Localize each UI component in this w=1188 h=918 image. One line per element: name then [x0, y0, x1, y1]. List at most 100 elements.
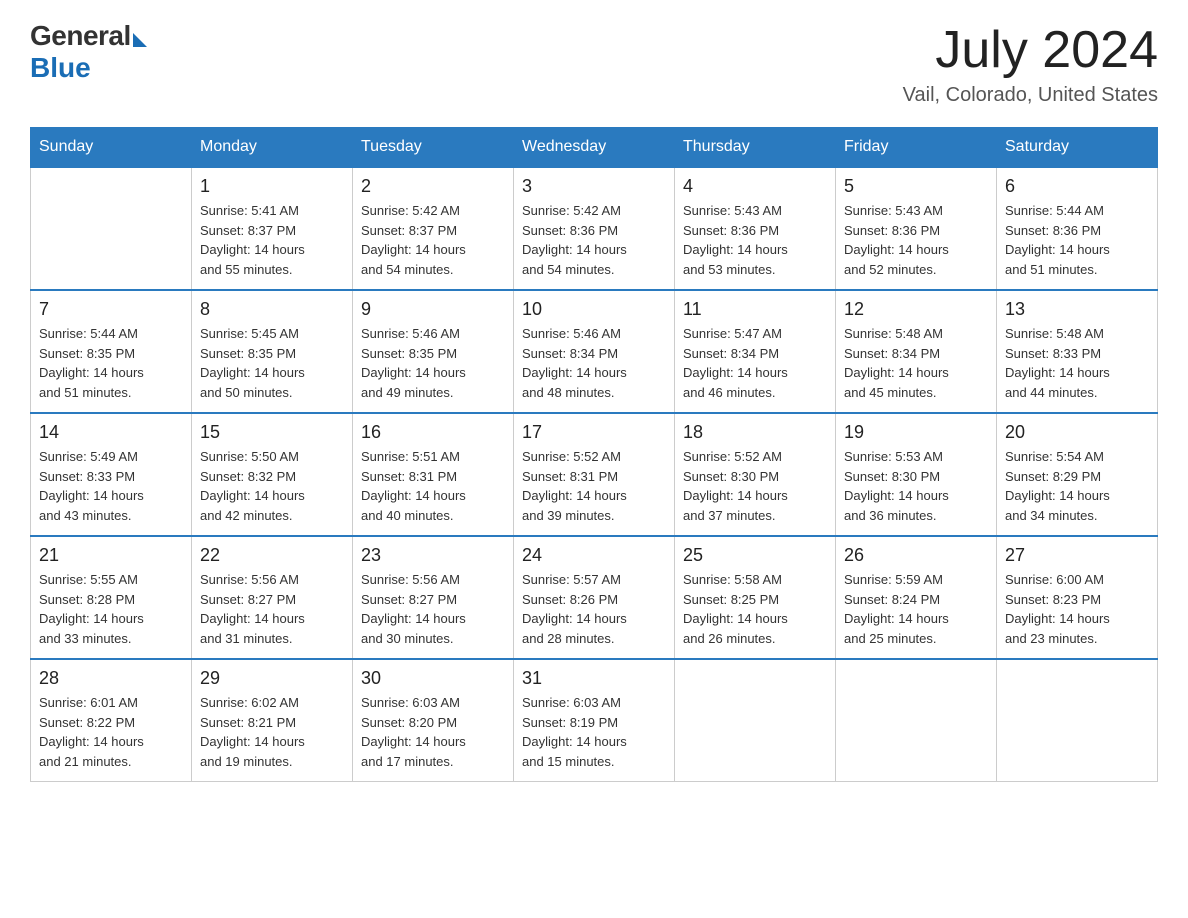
day-info: Sunrise: 5:59 AM Sunset: 8:24 PM Dayligh… [844, 570, 988, 648]
calendar-cell: 14Sunrise: 5:49 AM Sunset: 8:33 PM Dayli… [31, 413, 192, 536]
day-number: 27 [1005, 545, 1149, 566]
calendar-body: 1Sunrise: 5:41 AM Sunset: 8:37 PM Daylig… [31, 167, 1158, 782]
day-number: 29 [200, 668, 344, 689]
calendar-cell: 20 Sunrise: 5:54 AM Sunset: 8:29 PM Dayli… [997, 413, 1158, 536]
calendar-cell: 28 Sunrise: 6:01 AM Sunset: 8:22 PM Dayli… [31, 659, 192, 782]
day-number: 2 [361, 176, 505, 197]
day-number: 21 [39, 545, 183, 566]
day-number: 11 [683, 299, 827, 320]
day-info: Sunrise: 5:48 AM Sunset: 8:33 PM Dayligh… [1005, 324, 1149, 402]
calendar-cell: 6 Sunrise: 5:44 AM Sunset: 8:36 PM Daylig… [997, 167, 1158, 290]
calendar-table: SundayMondayTuesdayWednesdayThursdayFrid… [30, 127, 1158, 782]
calendar-week-2: 7 Sunrise: 5:44 AM Sunset: 8:35 PM Daylig… [31, 290, 1158, 413]
calendar-cell [31, 167, 192, 290]
day-info: Sunrise: 5:56 AM Sunset: 8:27 PM Dayligh… [361, 570, 505, 648]
day-number: 1 [200, 176, 344, 197]
day-info: Sunrise: 6:02 AM Sunset: 8:21 PM Dayligh… [200, 693, 344, 771]
calendar-cell: 12 Sunrise: 5:48 AM Sunset: 8:34 PM Dayli… [836, 290, 997, 413]
header-day-saturday: Saturday [997, 128, 1158, 168]
calendar-cell: 7 Sunrise: 5:44 AM Sunset: 8:35 PM Daylig… [31, 290, 192, 413]
calendar-week-3: 14Sunrise: 5:49 AM Sunset: 8:33 PM Dayli… [31, 413, 1158, 536]
calendar-cell: 25Sunrise: 5:58 AM Sunset: 8:25 PM Dayli… [675, 536, 836, 659]
calendar-week-5: 28 Sunrise: 6:01 AM Sunset: 8:22 PM Dayli… [31, 659, 1158, 782]
calendar-cell: 5 Sunrise: 5:43 AM Sunset: 8:36 PM Daylig… [836, 167, 997, 290]
calendar-cell: 23Sunrise: 5:56 AM Sunset: 8:27 PM Dayli… [353, 536, 514, 659]
calendar-cell: 21 Sunrise: 5:55 AM Sunset: 8:28 PM Dayli… [31, 536, 192, 659]
calendar-cell [675, 659, 836, 782]
calendar-cell: 26 Sunrise: 5:59 AM Sunset: 8:24 PM Dayli… [836, 536, 997, 659]
day-info: Sunrise: 5:54 AM Sunset: 8:29 PM Dayligh… [1005, 447, 1149, 525]
day-number: 19 [844, 422, 988, 443]
day-info: Sunrise: 5:55 AM Sunset: 8:28 PM Dayligh… [39, 570, 183, 648]
day-number: 15 [200, 422, 344, 443]
day-number: 24 [522, 545, 666, 566]
day-info: Sunrise: 5:42 AM Sunset: 8:37 PM Dayligh… [361, 201, 505, 279]
day-info: Sunrise: 5:46 AM Sunset: 8:34 PM Dayligh… [522, 324, 666, 402]
day-info: Sunrise: 6:00 AM Sunset: 8:23 PM Dayligh… [1005, 570, 1149, 648]
day-number: 5 [844, 176, 988, 197]
day-info: Sunrise: 5:52 AM Sunset: 8:30 PM Dayligh… [683, 447, 827, 525]
day-number: 16 [361, 422, 505, 443]
calendar-cell: 24 Sunrise: 5:57 AM Sunset: 8:26 PM Dayli… [514, 536, 675, 659]
day-info: Sunrise: 5:43 AM Sunset: 8:36 PM Dayligh… [683, 201, 827, 279]
day-info: Sunrise: 5:46 AM Sunset: 8:35 PM Dayligh… [361, 324, 505, 402]
calendar-week-4: 21 Sunrise: 5:55 AM Sunset: 8:28 PM Dayli… [31, 536, 1158, 659]
calendar-cell: 16 Sunrise: 5:51 AM Sunset: 8:31 PM Dayli… [353, 413, 514, 536]
day-info: Sunrise: 5:53 AM Sunset: 8:30 PM Dayligh… [844, 447, 988, 525]
day-info: Sunrise: 5:56 AM Sunset: 8:27 PM Dayligh… [200, 570, 344, 648]
day-info: Sunrise: 5:57 AM Sunset: 8:26 PM Dayligh… [522, 570, 666, 648]
day-number: 4 [683, 176, 827, 197]
calendar-cell: 30 Sunrise: 6:03 AM Sunset: 8:20 PM Dayli… [353, 659, 514, 782]
calendar-cell: 31 Sunrise: 6:03 AM Sunset: 8:19 PM Dayli… [514, 659, 675, 782]
calendar-cell: 10 Sunrise: 5:46 AM Sunset: 8:34 PM Dayli… [514, 290, 675, 413]
day-number: 12 [844, 299, 988, 320]
calendar-cell [997, 659, 1158, 782]
day-info: Sunrise: 6:01 AM Sunset: 8:22 PM Dayligh… [39, 693, 183, 771]
day-number: 20 [1005, 422, 1149, 443]
day-info: Sunrise: 5:47 AM Sunset: 8:34 PM Dayligh… [683, 324, 827, 402]
calendar-cell: 13Sunrise: 5:48 AM Sunset: 8:33 PM Dayli… [997, 290, 1158, 413]
day-number: 22 [200, 545, 344, 566]
calendar-cell: 4 Sunrise: 5:43 AM Sunset: 8:36 PM Daylig… [675, 167, 836, 290]
header-day-thursday: Thursday [675, 128, 836, 168]
calendar-cell: 15Sunrise: 5:50 AM Sunset: 8:32 PM Dayli… [192, 413, 353, 536]
logo: General Blue [30, 20, 147, 84]
day-number: 8 [200, 299, 344, 320]
logo-blue-text: Blue [30, 52, 91, 84]
page-header: General Blue July 2024 Vail, Colorado, U… [30, 20, 1158, 107]
day-info: Sunrise: 5:45 AM Sunset: 8:35 PM Dayligh… [200, 324, 344, 402]
day-info: Sunrise: 5:43 AM Sunset: 8:36 PM Dayligh… [844, 201, 988, 279]
day-number: 6 [1005, 176, 1149, 197]
calendar-cell: 22 Sunrise: 5:56 AM Sunset: 8:27 PM Dayli… [192, 536, 353, 659]
day-info: Sunrise: 6:03 AM Sunset: 8:19 PM Dayligh… [522, 693, 666, 771]
day-info: Sunrise: 5:44 AM Sunset: 8:36 PM Dayligh… [1005, 201, 1149, 279]
day-info: Sunrise: 5:52 AM Sunset: 8:31 PM Dayligh… [522, 447, 666, 525]
day-number: 26 [844, 545, 988, 566]
day-number: 30 [361, 668, 505, 689]
day-number: 9 [361, 299, 505, 320]
day-number: 28 [39, 668, 183, 689]
day-number: 31 [522, 668, 666, 689]
day-info: Sunrise: 5:44 AM Sunset: 8:35 PM Dayligh… [39, 324, 183, 402]
header-day-sunday: Sunday [31, 128, 192, 168]
calendar-cell: 27 Sunrise: 6:00 AM Sunset: 8:23 PM Dayli… [997, 536, 1158, 659]
day-info: Sunrise: 5:42 AM Sunset: 8:36 PM Dayligh… [522, 201, 666, 279]
day-info: Sunrise: 6:03 AM Sunset: 8:20 PM Dayligh… [361, 693, 505, 771]
day-number: 7 [39, 299, 183, 320]
header-day-wednesday: Wednesday [514, 128, 675, 168]
title-block: July 2024 Vail, Colorado, United States [903, 20, 1158, 107]
location-subtitle: Vail, Colorado, United States [903, 84, 1158, 107]
header-row: SundayMondayTuesdayWednesdayThursdayFrid… [31, 128, 1158, 168]
day-number: 3 [522, 176, 666, 197]
day-info: Sunrise: 5:48 AM Sunset: 8:34 PM Dayligh… [844, 324, 988, 402]
calendar-cell: 29 Sunrise: 6:02 AM Sunset: 8:21 PM Dayli… [192, 659, 353, 782]
day-number: 18 [683, 422, 827, 443]
calendar-cell: 19 Sunrise: 5:53 AM Sunset: 8:30 PM Dayli… [836, 413, 997, 536]
day-number: 17 [522, 422, 666, 443]
calendar-cell: 9 Sunrise: 5:46 AM Sunset: 8:35 PM Daylig… [353, 290, 514, 413]
calendar-cell: 3 Sunrise: 5:42 AM Sunset: 8:36 PM Daylig… [514, 167, 675, 290]
day-info: Sunrise: 5:51 AM Sunset: 8:31 PM Dayligh… [361, 447, 505, 525]
calendar-cell: 8 Sunrise: 5:45 AM Sunset: 8:35 PM Daylig… [192, 290, 353, 413]
day-number: 10 [522, 299, 666, 320]
day-number: 14 [39, 422, 183, 443]
